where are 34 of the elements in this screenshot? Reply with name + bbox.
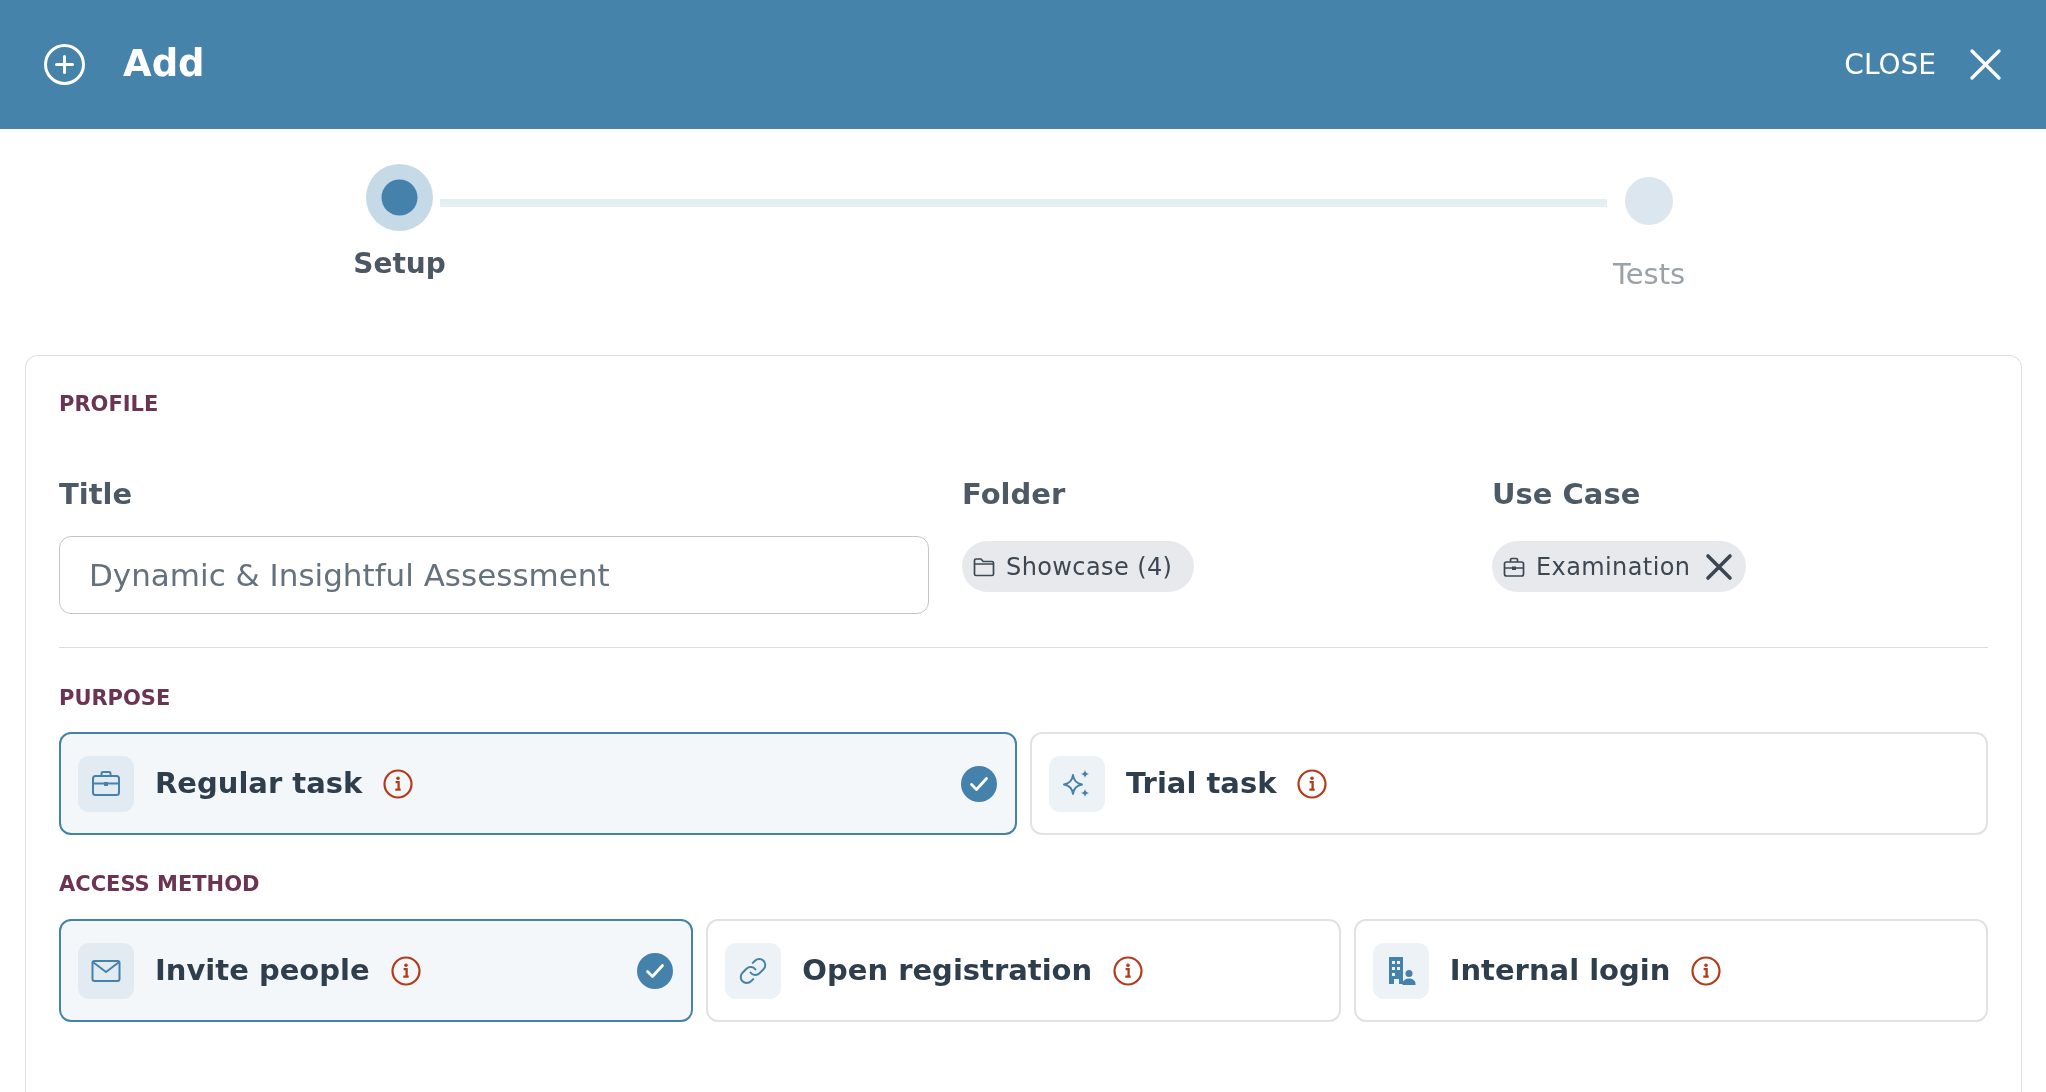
access-option[interactable]: Invite people [59, 919, 694, 1022]
purpose-option[interactable]: Trial task [1030, 732, 1988, 835]
close-button[interactable]: CLOSE [1844, 47, 2001, 82]
building-person-icon [1372, 942, 1429, 999]
x-icon[interactable] [1705, 552, 1734, 581]
access-option[interactable]: Internal login [1353, 919, 1988, 1022]
close-icon[interactable] [1970, 49, 2001, 80]
title-input[interactable]: Dynamic & Insightful Assessment [59, 536, 929, 614]
field-label: Title [59, 477, 134, 512]
info-icon[interactable] [390, 955, 421, 986]
info-icon[interactable] [1113, 955, 1144, 986]
section-heading: PURPOSE [59, 686, 172, 711]
section-heading: PROFILE [59, 392, 160, 417]
link-icon [725, 942, 782, 999]
step-label: Setup [353, 247, 446, 281]
folder-selector[interactable]: Showcase (4) [962, 541, 1195, 592]
section-heading: ACCESS METHOD [59, 872, 261, 897]
briefcase-icon [78, 755, 134, 812]
info-icon[interactable] [383, 768, 414, 799]
info-icon[interactable] [1297, 768, 1328, 799]
field-label: Use Case [1492, 477, 1642, 512]
check-circle-icon [961, 765, 997, 802]
check-circle-icon [637, 952, 674, 989]
field-label: Folder [962, 477, 1067, 512]
info-icon[interactable] [1691, 955, 1722, 986]
use-case-tag[interactable]: Examination [1492, 541, 1747, 592]
briefcase-icon [1503, 555, 1525, 578]
purpose-option[interactable]: Regular task [59, 732, 1017, 835]
sparkles-icon [1049, 755, 1105, 812]
plus-circle-icon [44, 44, 85, 85]
dialog-title: Add [123, 44, 205, 85]
access-option[interactable]: Open registration [706, 919, 1341, 1022]
step-label: Tests [1612, 257, 1686, 291]
envelope-icon [78, 942, 134, 999]
